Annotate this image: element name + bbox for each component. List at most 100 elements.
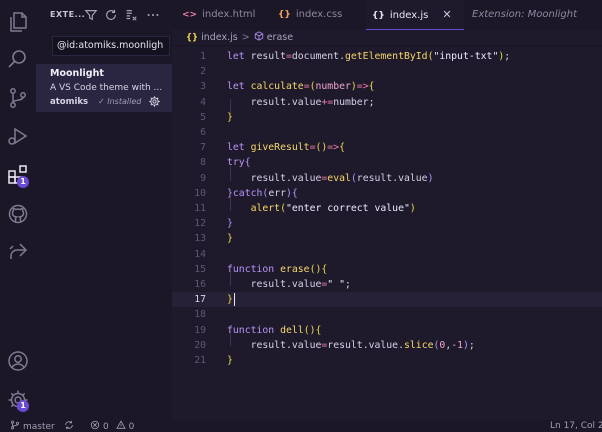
extension-author: atomiks <box>50 97 89 107</box>
line-number: 11 <box>194 203 206 214</box>
tab-label: index.js <box>389 10 429 21</box>
code-text: result.value=" "; <box>227 279 351 290</box>
code-text: let giveResult=()=>{ <box>227 142 345 154</box>
code-text: let calculate=(number)=>{ <box>227 81 375 93</box>
line-number: 4 <box>200 96 206 108</box>
sync-icon[interactable] <box>64 420 77 432</box>
line-number: 10 <box>194 187 206 199</box>
tab-label: index.html <box>202 9 256 20</box>
code-line[interactable]: 16 result.value=" "; <box>172 277 602 292</box>
extension-search-input[interactable]: @id:atomiks.moonligh <box>52 36 170 56</box>
activity-bar: 1 1 <box>0 0 36 420</box>
live-share-icon[interactable] <box>6 240 30 264</box>
code-line[interactable]: 12} <box>172 216 602 231</box>
code-line[interactable]: 20 result.value=result.value.slice(0,-1)… <box>172 338 602 353</box>
code-line[interactable]: 15 function erase(){ <box>172 262 602 277</box>
branch-indicator[interactable]: master <box>10 420 55 432</box>
code-line[interactable]: 7 let giveResult=()=>{ <box>172 140 602 155</box>
more-actions-icon[interactable] <box>146 8 160 22</box>
extensions-sidebar: EXTE... @id:atomiks.moonligh Moonlight A… <box>36 0 172 420</box>
js-file-icon: {} <box>372 11 385 21</box>
code-line[interactable]: 17} <box>172 292 602 308</box>
line-number: 13 <box>194 233 206 245</box>
line-number: 2 <box>200 66 206 78</box>
code-text: alert("enter correct value") <box>250 203 416 214</box>
error-count: 0 <box>103 422 109 432</box>
refresh-icon[interactable] <box>104 8 118 22</box>
status-bar: master 0 0 Ln 17, Col 2 <box>0 420 602 432</box>
line-number: 6 <box>200 127 206 138</box>
filter-icon[interactable] <box>84 8 98 22</box>
branch-name: master <box>23 422 55 432</box>
code-line[interactable]: 6 <box>172 125 602 140</box>
line-number: 18 <box>194 309 206 321</box>
extension-description: A VS Code theme with ... <box>50 83 163 93</box>
code-text: result.value+=number; <box>227 96 375 108</box>
line-number: 5 <box>200 111 206 123</box>
code-text: }catch(err){ <box>227 187 298 199</box>
code-editor[interactable]: 1 let result=document.getElementById("inp… <box>172 46 602 420</box>
line-number: 1 <box>200 51 206 62</box>
code-line[interactable]: 13} <box>172 231 602 246</box>
code-line[interactable]: 4 result.value+=number; <box>172 95 602 110</box>
search-icon[interactable] <box>6 47 30 71</box>
line-number: 9 <box>200 172 206 184</box>
extension-name: Moonlight <box>50 68 104 79</box>
tab-extension-moonlight[interactable]: Extension: Moonlight <box>472 0 602 30</box>
line-number: 17 <box>194 294 206 306</box>
code-line[interactable]: 5} <box>172 110 602 125</box>
editor-tabs: <> index.html {} index.css {} index.js ✕ Ext… <box>172 0 602 30</box>
source-control-icon[interactable] <box>6 86 30 110</box>
tab-index-html[interactable]: <> index.html <box>182 0 278 30</box>
code-line[interactable]: 3 let calculate=(number)=>{ <box>172 79 602 94</box>
html-file-icon: <> <box>182 10 198 20</box>
github-icon[interactable] <box>6 202 30 226</box>
line-number: 7 <box>200 142 206 154</box>
line-number: 12 <box>194 218 206 230</box>
account-icon[interactable] <box>6 349 30 373</box>
code-line[interactable]: 2 <box>172 64 602 79</box>
code-text: } <box>227 111 233 123</box>
code-line[interactable]: 21} <box>172 353 602 368</box>
breadcrumb-separator: > <box>241 32 250 43</box>
code-line[interactable]: 14 <box>172 247 602 262</box>
code-text: } <box>227 294 233 306</box>
code-text: } <box>227 355 233 366</box>
code-line[interactable]: 10 }catch(err){ <box>172 186 602 201</box>
extension-list-item[interactable]: Moonlight A VS Code theme with ... atomi… <box>36 64 172 112</box>
explorer-icon[interactable] <box>6 10 30 34</box>
function-symbol-icon <box>254 31 264 41</box>
line-number: 21 <box>194 355 206 366</box>
line-number: 20 <box>194 339 206 351</box>
manage-extension-gear-icon[interactable] <box>148 95 161 108</box>
sidebar-header: EXTE... <box>36 0 172 30</box>
code-text: result.value=result.value.slice(0,-1); <box>227 339 475 351</box>
code-line[interactable]: 8 try{ <box>172 155 602 170</box>
line-number: 8 <box>200 157 206 169</box>
code-line[interactable]: 18 <box>172 307 602 322</box>
breadcrumb-file[interactable]: index.js <box>201 32 238 43</box>
code-text: } <box>227 218 233 230</box>
code-line[interactable]: 19 function dell(){ <box>172 323 602 338</box>
clear-results-icon[interactable] <box>124 8 138 22</box>
code-line[interactable]: 1 let result=document.getElementById("inp… <box>172 49 602 64</box>
text-cursor <box>234 293 235 307</box>
tab-index-css[interactable]: {} index.css <box>278 0 364 30</box>
cursor-position[interactable]: Ln 17, Col 2 <box>550 420 602 432</box>
problems-indicator[interactable]: 0 0 <box>90 420 134 432</box>
run-debug-icon[interactable] <box>6 124 30 148</box>
tab-index-js[interactable]: {} index.js ✕ <box>366 0 464 30</box>
breadcrumb: {} index.js > erase <box>186 31 293 45</box>
line-number: 15 <box>194 263 206 275</box>
close-tab-icon[interactable]: ✕ <box>442 0 451 30</box>
tab-label: Extension: Moonlight <box>472 9 578 20</box>
line-number: 3 <box>200 81 206 93</box>
line-number: 16 <box>194 279 206 290</box>
code-line[interactable]: 11 alert("enter correct value") <box>172 201 602 216</box>
code-text: result.value=eval(result.value) <box>227 172 434 184</box>
extension-installed-label: ✓ Installed <box>98 97 142 106</box>
breadcrumb-symbol[interactable]: erase <box>267 32 293 43</box>
code-text: function erase(){ <box>227 263 328 275</box>
code-text: try{ <box>227 157 251 169</box>
code-line[interactable]: 9 result.value=eval(result.value) <box>172 171 602 186</box>
